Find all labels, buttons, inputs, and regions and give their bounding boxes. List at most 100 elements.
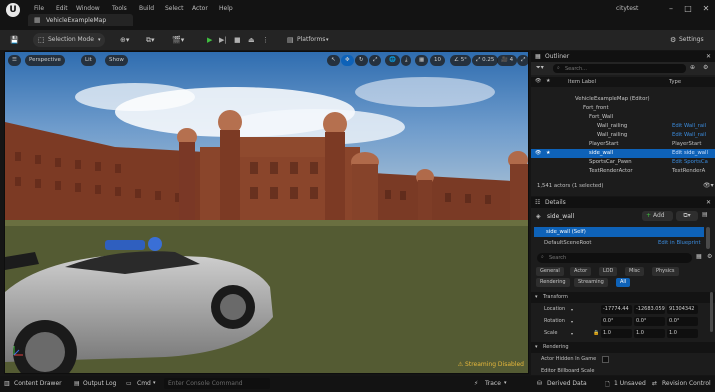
scale-chevron-icon[interactable]: ▾: [571, 328, 573, 339]
outliner-row[interactable]: Wall_railing Edit Wall_rail: [531, 131, 715, 140]
content-drawer-button[interactable]: Content Drawer: [14, 380, 62, 387]
skip-frame-button[interactable]: ▶|: [219, 33, 227, 47]
revision-control-button[interactable]: Revision Control: [662, 380, 711, 387]
outliner-row[interactable]: SportsCar_Pawn Edit SportsCa: [531, 158, 715, 167]
platforms-icon[interactable]: ▤: [287, 33, 294, 47]
outliner-settings-icon[interactable]: ⚙: [703, 64, 708, 71]
rotate-tool-icon[interactable]: ↻: [355, 55, 368, 66]
eject-button[interactable]: ⏏: [248, 33, 255, 47]
outliner-row[interactable]: TextRenderActor TextRenderA: [531, 167, 715, 176]
grid-snap-icon[interactable]: ▦: [415, 55, 429, 66]
component-self-row[interactable]: side_wall (Self): [534, 227, 704, 237]
outliner-row-selected[interactable]: 👁 ★ side_wall Edit side_wall: [531, 149, 715, 158]
details-scrollbar[interactable]: [710, 292, 713, 332]
save-icon[interactable]: 💾: [10, 33, 19, 47]
add-component-button[interactable]: + Add: [642, 211, 673, 221]
outliner-row[interactable]: VehicleExampleMap (Editor): [531, 95, 715, 104]
cinematics-icon[interactable]: 🎬▾: [172, 33, 184, 47]
transform-section[interactable]: ▾ Transform: [531, 292, 715, 303]
filter-all[interactable]: All: [616, 278, 631, 287]
menu-edit[interactable]: Edit: [56, 5, 68, 12]
rendering-section[interactable]: ▾ Rendering: [531, 342, 715, 353]
settings-icon[interactable]: ⚙: [670, 33, 676, 47]
scale-lock-icon[interactable]: 🔒: [593, 328, 599, 339]
show-button[interactable]: Show: [105, 55, 128, 66]
actor-hidden-checkbox[interactable]: [602, 356, 609, 363]
menu-build[interactable]: Build: [139, 5, 154, 12]
perspective-button[interactable]: Perspective: [25, 55, 65, 66]
play-button[interactable]: ▶: [207, 33, 212, 47]
location-x-field[interactable]: -17774.44: [601, 305, 632, 314]
close-icon[interactable]: ✕: [699, 3, 713, 15]
platforms-button[interactable]: Platforms: [297, 33, 325, 47]
stop-button[interactable]: ■: [234, 33, 241, 47]
blueprint-options-icon[interactable]: ⧉▾: [676, 211, 698, 221]
filter-streaming[interactable]: Streaming: [574, 278, 608, 287]
menu-actor[interactable]: Actor: [192, 5, 208, 12]
filter-general[interactable]: General: [536, 267, 564, 276]
item-label-column[interactable]: Item Label: [568, 79, 596, 85]
filter-lod[interactable]: LOD: [599, 267, 618, 276]
grid-size-icon[interactable]: 10: [430, 55, 445, 66]
select-tool-icon[interactable]: ↖: [327, 55, 340, 66]
minimize-icon[interactable]: –: [664, 3, 678, 15]
scale-y-field[interactable]: 1.0: [634, 329, 665, 338]
more-play-options-icon[interactable]: ⋮: [262, 33, 269, 47]
outliner-row[interactable]: Fort_front: [531, 104, 715, 113]
details-settings-icon[interactable]: ⚙: [707, 253, 712, 260]
content-add-icon[interactable]: ⊕▾: [120, 33, 129, 47]
visibility-icon[interactable]: 👁: [535, 149, 541, 158]
rotation-snap-button[interactable]: ∠ 5°: [450, 55, 471, 66]
scale-snap-button[interactable]: ⤢ 0.25: [472, 55, 499, 66]
cmd-chevron-icon[interactable]: ▾: [153, 380, 156, 386]
lock-icon[interactable]: ▤: [702, 211, 708, 218]
filter-icon[interactable]: ⏷▾: [536, 64, 544, 72]
menu-window[interactable]: Window: [76, 5, 100, 12]
maximize-viewport-icon[interactable]: ⤢: [517, 55, 528, 66]
components-scrollbar[interactable]: [706, 227, 710, 249]
location-z-field[interactable]: 91304342: [667, 305, 698, 314]
outliner-row[interactable]: Fort_Wall: [531, 113, 715, 122]
trace-chevron-icon[interactable]: ▾: [504, 380, 507, 386]
menu-file[interactable]: File: [34, 5, 44, 12]
property-matrix-icon[interactable]: ▦: [696, 253, 702, 260]
blueprint-icon[interactable]: ⧉▾: [146, 33, 155, 47]
view-options-icon[interactable]: 👁▾: [703, 182, 714, 189]
viewport-menu-icon[interactable]: ☰: [8, 55, 21, 66]
location-y-field[interactable]: -12683.059: [634, 305, 665, 314]
actor-name[interactable]: side_wall: [547, 213, 574, 220]
rotation-chevron-icon[interactable]: ▾: [571, 316, 573, 327]
scale-z-field[interactable]: 1.0: [667, 329, 698, 338]
maximize-icon[interactable]: □: [681, 3, 695, 15]
scale-x-field[interactable]: 1.0: [601, 329, 632, 338]
rotation-x-field[interactable]: 0.0°: [601, 317, 632, 326]
type-column[interactable]: Type: [669, 79, 681, 85]
pin-icon[interactable]: ★: [546, 149, 550, 158]
component-root-row[interactable]: DefaultSceneRoot Edit in Blueprint: [534, 238, 704, 248]
unreal-logo-icon[interactable]: U: [6, 3, 20, 17]
translate-tool-icon[interactable]: ✥: [341, 55, 354, 66]
derived-data-button[interactable]: Derived Data: [547, 380, 587, 387]
menu-help[interactable]: Help: [219, 5, 233, 12]
level-viewport[interactable]: ☰ Perspective Lit Show ↖ ✥ ↻ ⤢ 🌐 ⤓ ▦ 10 …: [4, 51, 529, 374]
camera-speed-button[interactable]: 🎥 4: [497, 55, 518, 66]
menu-tools[interactable]: Tools: [112, 5, 127, 12]
edit-in-blueprint-link[interactable]: Edit in Blueprint: [658, 238, 701, 248]
filter-actor[interactable]: Actor: [570, 267, 592, 276]
output-log-button[interactable]: Output Log: [83, 380, 116, 387]
add-actor-icon[interactable]: ⊕: [690, 64, 695, 71]
unsaved-button[interactable]: 1 Unsaved: [614, 380, 646, 387]
rotation-z-field[interactable]: 0.0°: [667, 317, 698, 326]
rotation-y-field[interactable]: 0.0°: [634, 317, 665, 326]
filter-physics[interactable]: Physics: [652, 267, 679, 276]
lit-button[interactable]: Lit: [81, 55, 96, 66]
outliner-row[interactable]: Wall_railing Edit Wall_rail: [531, 122, 715, 131]
world-local-icon[interactable]: 🌐: [385, 55, 400, 66]
outliner-row[interactable]: PlayerStart PlayerStart: [531, 140, 715, 149]
trace-button[interactable]: Trace: [485, 380, 501, 387]
cmd-button[interactable]: Cmd: [137, 380, 151, 387]
filter-misc[interactable]: Misc: [625, 267, 645, 276]
filter-rendering[interactable]: Rendering: [536, 278, 570, 287]
outliner-close-icon[interactable]: ✕: [706, 51, 711, 62]
menu-select[interactable]: Select: [165, 5, 184, 12]
